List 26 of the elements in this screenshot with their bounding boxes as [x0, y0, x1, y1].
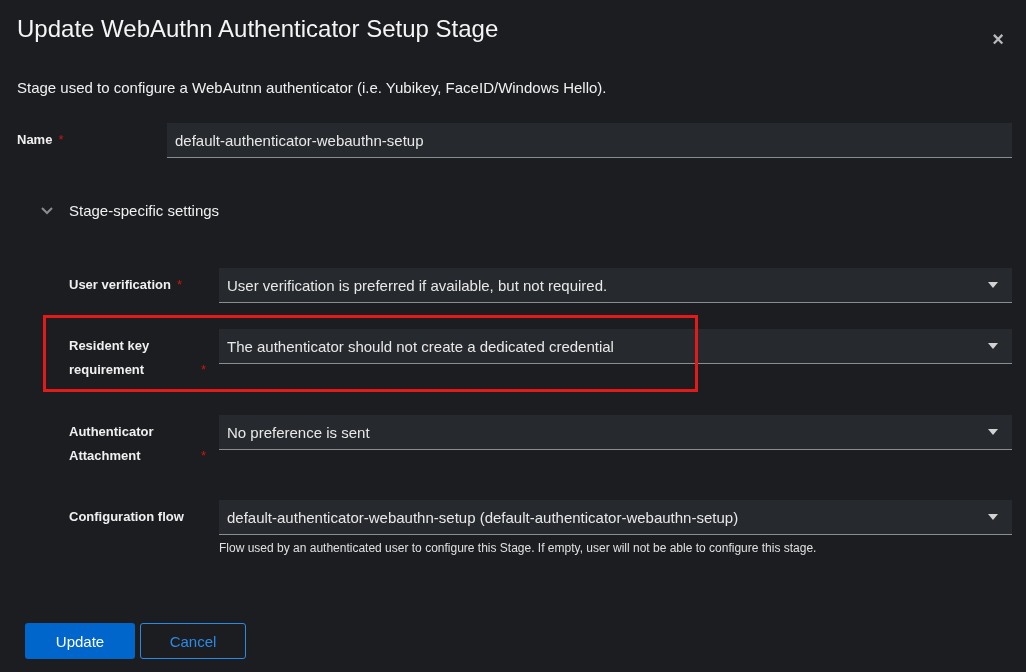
required-mark: * — [176, 277, 182, 292]
caret-icon — [988, 343, 998, 349]
select-field[interactable]: No preference is sent — [219, 415, 1012, 450]
dialog-title: Update WebAuthn Authenticator Setup Stage — [17, 14, 499, 44]
caret-icon — [988, 282, 998, 288]
caret-icon — [988, 514, 998, 520]
update-button[interactable]: Update — [25, 623, 135, 659]
dialog-description: Stage used to configure a WebAutnn authenticator (i.e. Yubikey, FaceID/Windows Hello). — [17, 79, 608, 96]
close-button[interactable]: × — [992, 28, 1004, 51]
field-label: Authenticator Attachment — [69, 423, 155, 465]
field-label: Configuration flow — [69, 508, 184, 526]
required-mark: * — [58, 132, 64, 147]
caret-icon — [988, 429, 998, 435]
chevron-icon[interactable] — [41, 206, 53, 215]
select-field[interactable]: default-authenticator-webauthn-setup (default-authenticator-webauthn-setup) — [219, 500, 1012, 535]
section-toggle[interactable]: Stage-specific settings — [69, 202, 220, 219]
cancel-button[interactable]: Cancel — [140, 623, 246, 659]
required-mark: * — [201, 362, 207, 377]
helper-text: Flow used by an authenticated user to configure this Stage. If empty, user will not be able to configure this stage. — [219, 541, 818, 555]
required-mark: * — [201, 448, 207, 463]
select-field[interactable]: The authenticator should not create a dedicated credential — [219, 329, 1012, 364]
field-label: User verification — [69, 276, 171, 294]
field-label: Resident key requirement — [69, 337, 151, 379]
text-field[interactable]: default-authenticator-webauthn-setup — [167, 123, 1012, 158]
field-label: Name — [17, 131, 53, 149]
select-field[interactable]: User verification is preferred if available, but not required. — [219, 268, 1012, 303]
